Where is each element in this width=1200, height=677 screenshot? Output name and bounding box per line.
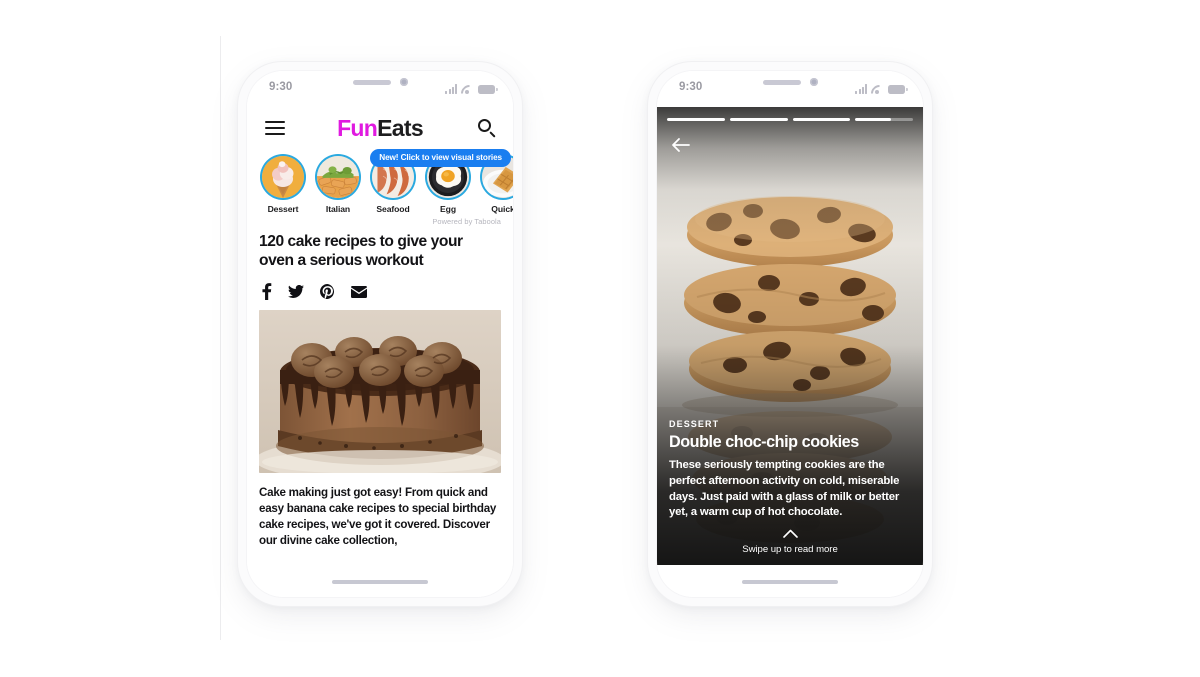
twitter-icon[interactable] <box>288 285 304 299</box>
cellular-signal-icon <box>855 84 867 94</box>
taboola-attribution: Powered by Taboola <box>432 217 501 226</box>
article-headline: 120 cake recipes to give your oven a ser… <box>259 233 463 270</box>
story-progress-bars <box>667 118 913 121</box>
brand-logo-eats: Eats <box>377 114 423 141</box>
phone-notch <box>727 71 853 93</box>
status-bar-icons <box>445 82 498 95</box>
story-category-kicker: DESSERT <box>669 418 720 429</box>
cellular-signal-icon <box>445 84 457 94</box>
story-ring <box>315 154 361 200</box>
facebook-icon[interactable] <box>261 283 272 301</box>
front-camera-icon <box>399 78 408 86</box>
share-row <box>261 283 501 301</box>
story-label: Italian <box>325 204 351 214</box>
story-item-dessert[interactable]: Dessert <box>259 154 307 214</box>
visual-stories-badge[interactable]: New! Click to view visual stories <box>370 149 511 167</box>
home-indicator <box>332 580 428 584</box>
story-label: Dessert <box>267 204 299 214</box>
status-bar: 9:30 <box>247 71 513 107</box>
chevron-up-icon <box>782 529 798 538</box>
status-bar-time: 9:30 <box>269 81 293 93</box>
chocolate-layer-cake-photo <box>259 310 501 474</box>
brand-logo[interactable]: FunEats <box>337 114 424 142</box>
story-viewer[interactable]: DESSERT Double choc-chip cookies These s… <box>657 107 923 565</box>
story-progress-segment[interactable] <box>792 118 851 121</box>
battery-icon <box>478 84 498 94</box>
phone-mockup-article: 9:30 FunEats Dessert Italian Seafood Egg… <box>238 62 522 606</box>
article-body: Cake making just got easy! From quick an… <box>259 486 497 547</box>
story-text-block: DESSERT Double choc-chip cookies These s… <box>657 419 923 521</box>
app-screen: FunEats Dessert Italian Seafood Egg Quic… <box>247 107 513 597</box>
story-label: Quick <box>491 204 513 214</box>
wifi-icon <box>461 84 474 95</box>
ice-cream-cone-thumb <box>262 156 304 198</box>
status-bar-icons <box>855 82 908 95</box>
email-icon[interactable] <box>351 285 367 298</box>
wifi-icon <box>871 84 884 95</box>
story-item-italian[interactable]: Italian <box>314 154 362 214</box>
app-header: FunEats <box>247 107 513 149</box>
swipe-up-label: Swipe up to read more <box>742 544 838 555</box>
phone-mockup-story: 9:30 DESSERT Double choc-chip cookies Th… <box>648 62 932 606</box>
front-camera-icon <box>809 78 818 86</box>
search-icon[interactable] <box>478 118 497 138</box>
phone-screen-left: 9:30 FunEats Dessert Italian Seafood Egg… <box>247 71 513 597</box>
status-bar: 9:30 <box>657 71 923 107</box>
story-label: Seafood <box>376 204 410 214</box>
story-title: Double choc-chip cookies <box>669 432 859 451</box>
article: 120 cake recipes to give your oven a ser… <box>247 226 513 549</box>
phone-notch <box>317 71 443 93</box>
speaker-grille-icon <box>352 79 391 85</box>
story-progress-segment[interactable] <box>667 118 725 121</box>
battery-icon <box>888 84 908 94</box>
story-label: Egg <box>440 204 456 214</box>
swipe-up-cta[interactable]: Swipe up to read more <box>657 529 923 557</box>
phone-screen-right: 9:30 DESSERT Double choc-chip cookies Th… <box>657 71 923 597</box>
status-bar-time: 9:30 <box>679 81 703 93</box>
back-arrow-icon[interactable] <box>669 133 693 157</box>
story-ring <box>260 154 306 200</box>
speaker-grille-icon <box>762 79 801 85</box>
hamburger-menu-icon[interactable] <box>265 120 285 136</box>
pinterest-icon[interactable] <box>320 284 335 300</box>
home-indicator <box>742 580 838 584</box>
page-divider <box>220 36 221 640</box>
stories-carousel: Dessert Italian Seafood Egg Quick New! C… <box>247 149 513 226</box>
story-progress-segment[interactable] <box>855 118 913 121</box>
brand-logo-fun: Fun <box>337 114 378 141</box>
story-progress-segment[interactable] <box>729 118 788 121</box>
story-body: These seriously tempting cookies are the… <box>669 459 900 519</box>
pasta-penne-thumb <box>317 156 359 198</box>
